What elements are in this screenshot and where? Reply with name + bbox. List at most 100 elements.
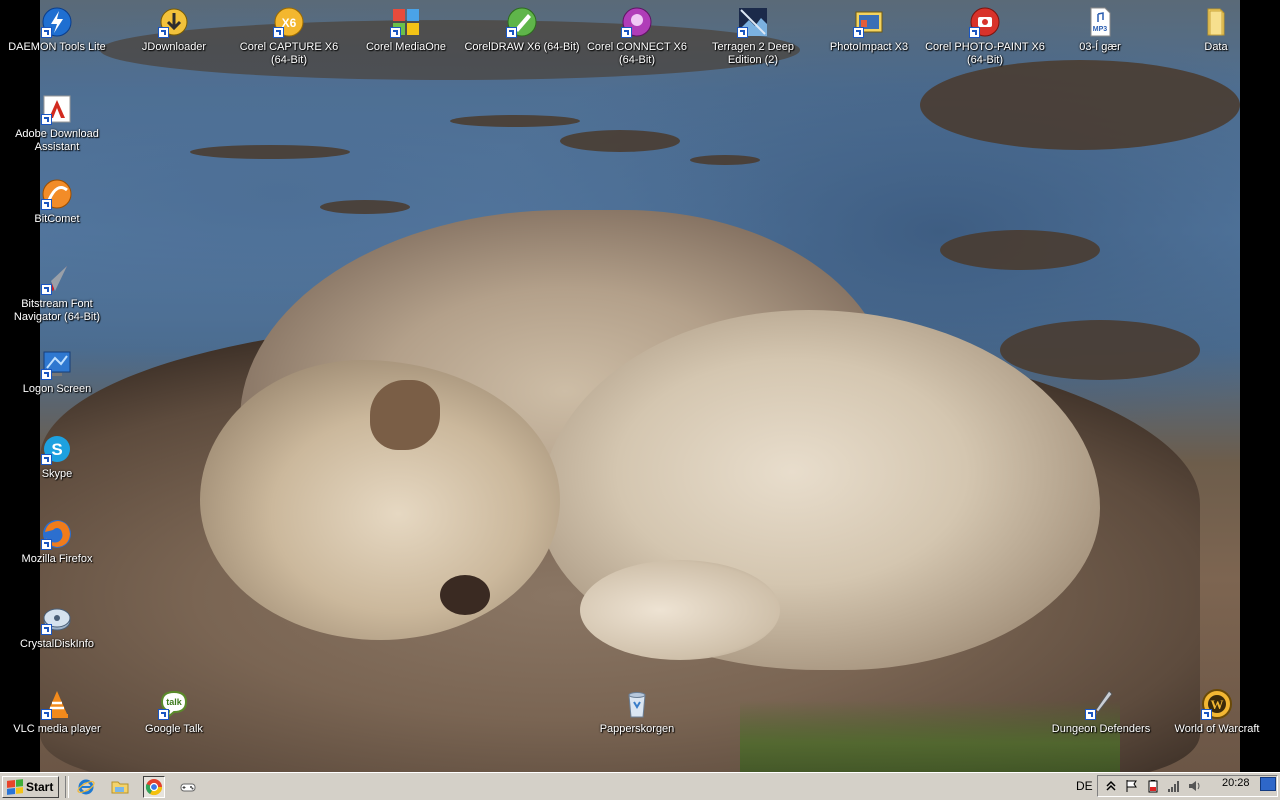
desktop-icon-world-of-warcraft[interactable]: W World of Warcraft [1164,688,1270,736]
wallpaper-wolf-photo [40,0,1240,772]
wallpaper-mud-patch [560,130,680,152]
shortcut-arrow-icon [158,709,169,720]
shortcut-arrow-icon [41,709,52,720]
daemon-tools-icon [41,6,73,38]
shortcut-arrow-icon [737,27,748,38]
desktop-icon-dungeon-defenders[interactable]: Dungeon Defenders [1046,688,1156,736]
desktop-icon-mp3-file[interactable]: MP3 03-Í gær [1060,6,1140,54]
corel-connect-icon [621,6,653,38]
action-center-flag-icon[interactable] [1124,778,1140,794]
terragen-icon [737,6,769,38]
quicklaunch-explorer[interactable] [109,776,131,798]
desktop-icon-crystaldiskinfo[interactable]: CrystalDiskInfo [6,603,108,651]
show-desktop-icon[interactable] [1260,777,1276,791]
battery-icon[interactable] [1145,778,1161,794]
shortcut-arrow-icon [41,454,52,465]
desktop-icon-logon-screen[interactable]: Logon Screen [6,348,108,396]
expand-arrow-icon[interactable] [1103,778,1119,794]
shortcut-arrow-icon [41,624,52,635]
desktop-icon-daemon-tools[interactable]: DAEMON Tools Lite [6,6,108,54]
google-talk-icon: talk [158,688,190,720]
gamepad-icon [180,783,196,791]
shortcut-arrow-icon [390,27,401,38]
volume-icon[interactable] [1187,778,1203,794]
network-icon[interactable] [1166,778,1182,794]
wallpaper-mud-patch [920,60,1240,150]
jdownloader-icon [158,6,190,38]
shortcut-arrow-icon [969,27,980,38]
firefox-icon [41,518,73,550]
svg-text:MP3: MP3 [1093,26,1108,33]
wallpaper-mud-patch [1000,320,1200,380]
wallpaper-wolf-ear [370,380,440,450]
dungeon-defenders-icon [1085,688,1117,720]
windows-logo-icon [7,778,23,795]
skype-icon: S [41,433,73,465]
desktop-icon-skype[interactable]: S Skype [6,433,108,481]
wallpaper-mud-patch [940,230,1100,270]
desktop-icon-photoimpact[interactable]: PhotoImpact X3 [824,6,914,54]
corel-photopaint-icon [969,6,1001,38]
shortcut-arrow-icon [853,27,864,38]
system-tray [1097,775,1278,797]
desktop-icon-corel-connect[interactable]: Corel CONNECT X6 (64-Bit) [586,6,688,67]
shortcut-arrow-icon [41,539,52,550]
internet-explorer-icon [77,779,95,794]
shortcut-arrow-icon [1085,709,1096,720]
crystaldiskinfo-icon [41,603,73,635]
svg-text:W: W [1211,697,1224,712]
world-of-warcraft-icon: W [1201,688,1233,720]
desktop-icon-data-folder[interactable]: Data [1186,6,1246,54]
shortcut-arrow-icon [41,199,52,210]
bitcomet-icon [41,178,73,210]
desktop-icon-terragen[interactable]: Terragen 2 Deep Edition (2) [704,6,802,67]
desktop-icon-corel-mediaone[interactable]: Corel MediaOne [360,6,452,54]
mp3-file-icon: MP3 [1084,6,1116,38]
coreldraw-icon [506,6,538,38]
chrome-icon [146,778,163,795]
shortcut-arrow-icon [41,284,52,295]
shortcut-arrow-icon [506,27,517,38]
taskbar: Start DE 20:28 [0,772,1280,800]
wallpaper-wolf-paw [580,560,780,660]
desktop-icon-font-navigator[interactable]: Bitstream Font Navigator (64-Bit) [6,263,108,324]
desktop-icon-jdownloader[interactable]: JDownloader [128,6,220,54]
adobe-download-icon [41,93,73,125]
desktop-icon-bitcomet[interactable]: BitComet [6,178,108,226]
quicklaunch-chrome[interactable] [143,775,166,798]
wallpaper-wolf-nose [440,575,490,615]
language-indicator[interactable]: DE [1076,779,1093,793]
desktop[interactable]: DAEMON Tools Lite JDownloader X6 Corel C… [0,0,1280,772]
vlc-icon [41,688,73,720]
desktop-icon-recycle-bin[interactable]: Papperskorgen [587,688,687,736]
recycle-bin-icon [621,688,653,720]
shortcut-arrow-icon [1201,709,1212,720]
desktop-icon-corel-capture[interactable]: X6 Corel CAPTURE X6 (64-Bit) [238,6,340,67]
shortcut-arrow-icon [273,27,284,38]
font-navigator-icon [41,263,73,295]
desktop-icon-vlc[interactable]: VLC media player [6,688,108,736]
wallpaper-mud-patch [190,145,350,159]
quicklaunch-internet-explorer[interactable] [75,776,97,798]
shortcut-arrow-icon [41,114,52,125]
corel-capture-icon: X6 [273,6,305,38]
svg-text:talk: talk [166,697,183,707]
desktop-icon-firefox[interactable]: Mozilla Firefox [6,518,108,566]
shortcut-arrow-icon [41,27,52,38]
wallpaper-mud-patch [320,200,410,214]
start-button[interactable]: Start [2,775,60,798]
shortcut-arrow-icon [621,27,632,38]
desktop-icon-coreldraw[interactable]: CorelDRAW X6 (64-Bit) [462,6,582,54]
clock[interactable]: 20:28 [1222,777,1250,789]
desktop-icon-google-talk[interactable]: talk Google Talk [128,688,220,736]
photoimpact-icon [853,6,885,38]
start-label: Start [26,779,54,794]
quicklaunch-gamepad[interactable] [177,776,199,798]
corel-mediaone-icon [390,6,422,38]
shortcut-arrow-icon [158,27,169,38]
shortcut-arrow-icon [41,369,52,380]
desktop-icon-corel-photopaint[interactable]: Corel PHOTO-PAINT X6 (64-Bit) [924,6,1046,67]
taskbar-separator [65,775,70,798]
svg-text:S: S [51,440,62,459]
desktop-icon-adobe-download[interactable]: Adobe Download Assistant [6,93,108,154]
